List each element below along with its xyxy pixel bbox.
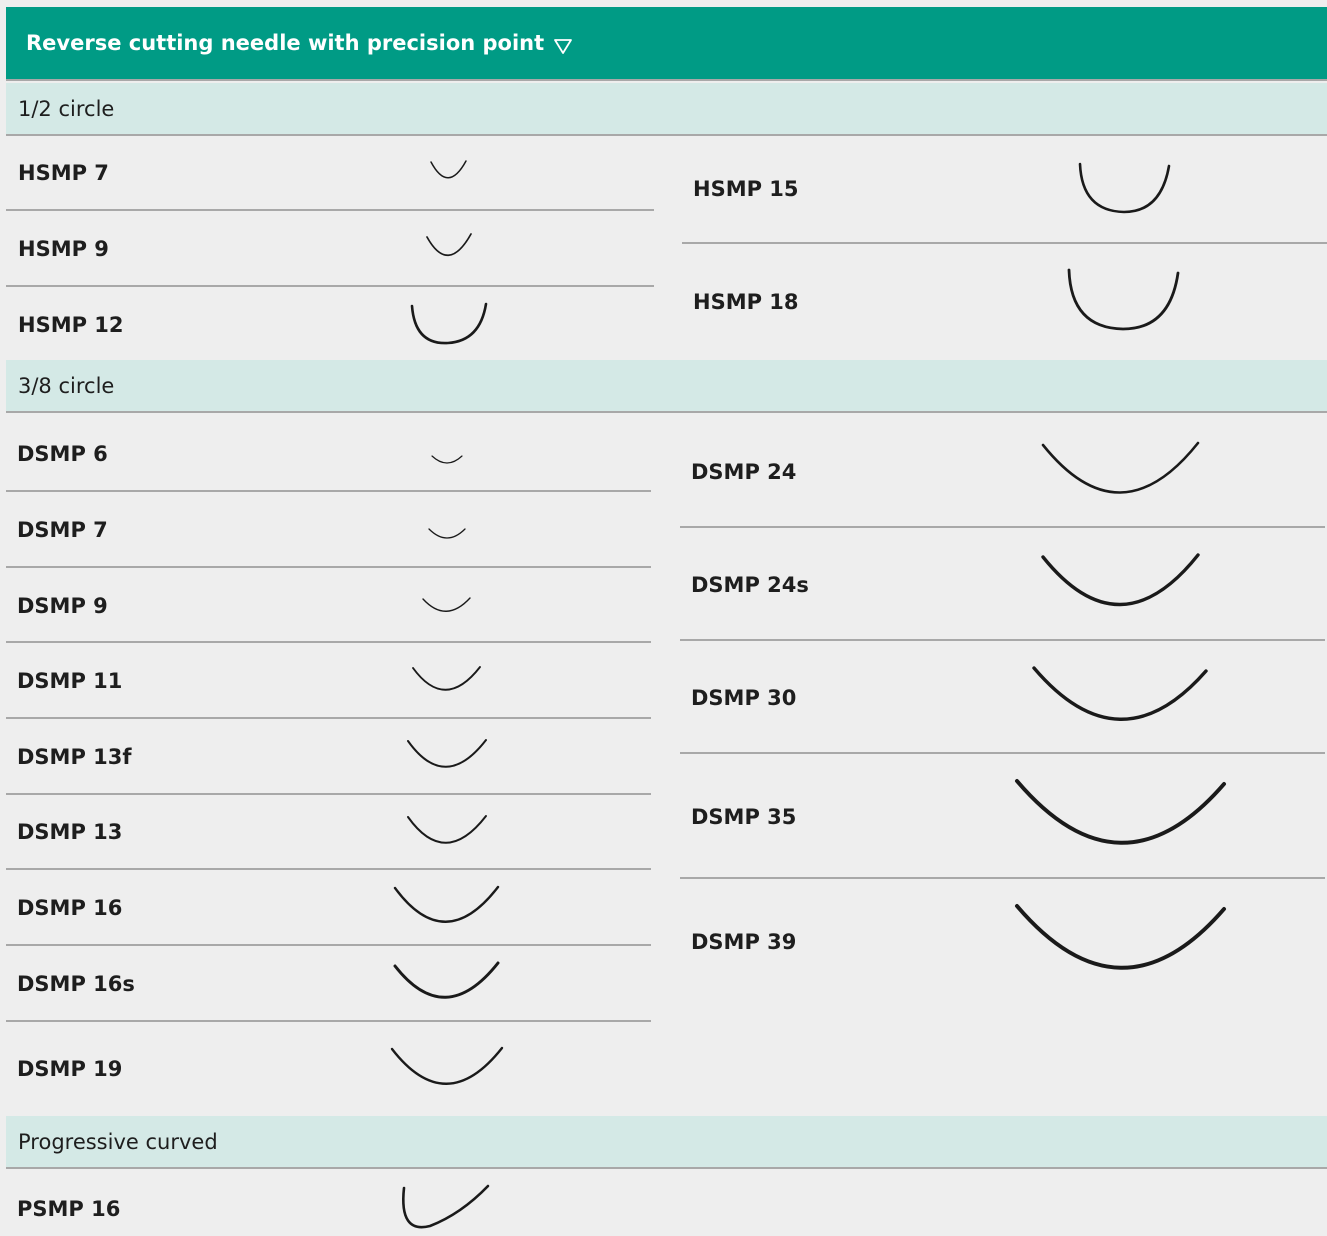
needle-label: HSMP 7 [18, 161, 109, 185]
needle-curve-icon [407, 739, 487, 768]
needle-curve-icon [422, 597, 471, 612]
needle-curve-icon [393, 961, 500, 999]
needle-label: DSMP 6 [17, 442, 108, 466]
needle-label: DSMP 39 [691, 930, 797, 954]
needle-label: DSMP 13f [17, 745, 132, 769]
needle-label: HSMP 9 [18, 237, 109, 261]
row-divider [6, 1020, 651, 1022]
section-progressive-curved: Progressive curved [6, 1116, 1327, 1169]
needle-label: DSMP 16s [17, 972, 135, 996]
section-label: 3/8 circle [18, 373, 115, 398]
needle-curve-icon [393, 885, 500, 923]
needle-label: DSMP 9 [17, 594, 108, 618]
needle-label: DSMP 24 [691, 460, 797, 484]
row-divider [6, 717, 651, 719]
table-header[interactable]: Reverse cutting needle with precision po… [6, 7, 1327, 81]
needle-curve-icon [1078, 162, 1171, 214]
needle-curve-icon [426, 233, 472, 257]
row-divider [682, 242, 1327, 244]
needle-curve-icon [407, 815, 487, 844]
row-divider [680, 639, 1325, 641]
row-divider [680, 752, 1325, 754]
needle-label: HSMP 18 [693, 290, 799, 314]
row-divider [6, 868, 651, 870]
needle-label: DSMP 35 [691, 805, 797, 829]
needle-label: DSMP 16 [17, 896, 123, 920]
needle-label: DSMP 11 [17, 669, 123, 693]
needle-curve-icon [410, 302, 488, 345]
row-divider [6, 285, 654, 287]
needle-label: DSMP 7 [17, 518, 108, 542]
needle-label: DSMP 19 [17, 1057, 123, 1081]
needle-curve-icon [431, 455, 463, 464]
row-divider [680, 526, 1325, 528]
needle-curve-icon [1041, 441, 1200, 494]
needle-curve-icon [1032, 666, 1208, 721]
needle-curve-icon [1067, 268, 1180, 331]
section-label: Progressive curved [18, 1129, 218, 1154]
row-divider [6, 209, 654, 211]
section-half-circle: 1/2 circle [6, 83, 1327, 136]
row-divider [6, 793, 651, 795]
section-three-eighth-circle: 3/8 circle [6, 360, 1327, 413]
needle-curve-icon [1041, 553, 1200, 607]
table-title: Reverse cutting needle with precision po… [26, 31, 545, 55]
row-divider [6, 490, 651, 492]
needle-curve-icon [1015, 904, 1226, 970]
needle-curve-icon [402, 1184, 490, 1229]
needle-curve-icon [390, 1046, 504, 1085]
needle-label: DSMP 30 [691, 686, 797, 710]
needle-curve-icon [1015, 779, 1226, 845]
needle-curve-icon [412, 666, 481, 691]
needle-curve-icon [428, 528, 466, 539]
row-divider [6, 566, 651, 568]
row-divider [6, 641, 651, 643]
needle-label: DSMP 13 [17, 820, 123, 844]
needle-label: HSMP 12 [18, 313, 124, 337]
section-label: 1/2 circle [18, 96, 115, 121]
needle-label: PSMP 16 [17, 1197, 121, 1221]
triangle-down-icon[interactable] [554, 35, 573, 54]
needle-label: HSMP 15 [693, 177, 799, 201]
needle-label: DSMP 24s [691, 573, 809, 597]
needle-curve-icon [430, 160, 467, 179]
row-divider [6, 944, 651, 946]
row-divider [680, 877, 1325, 879]
